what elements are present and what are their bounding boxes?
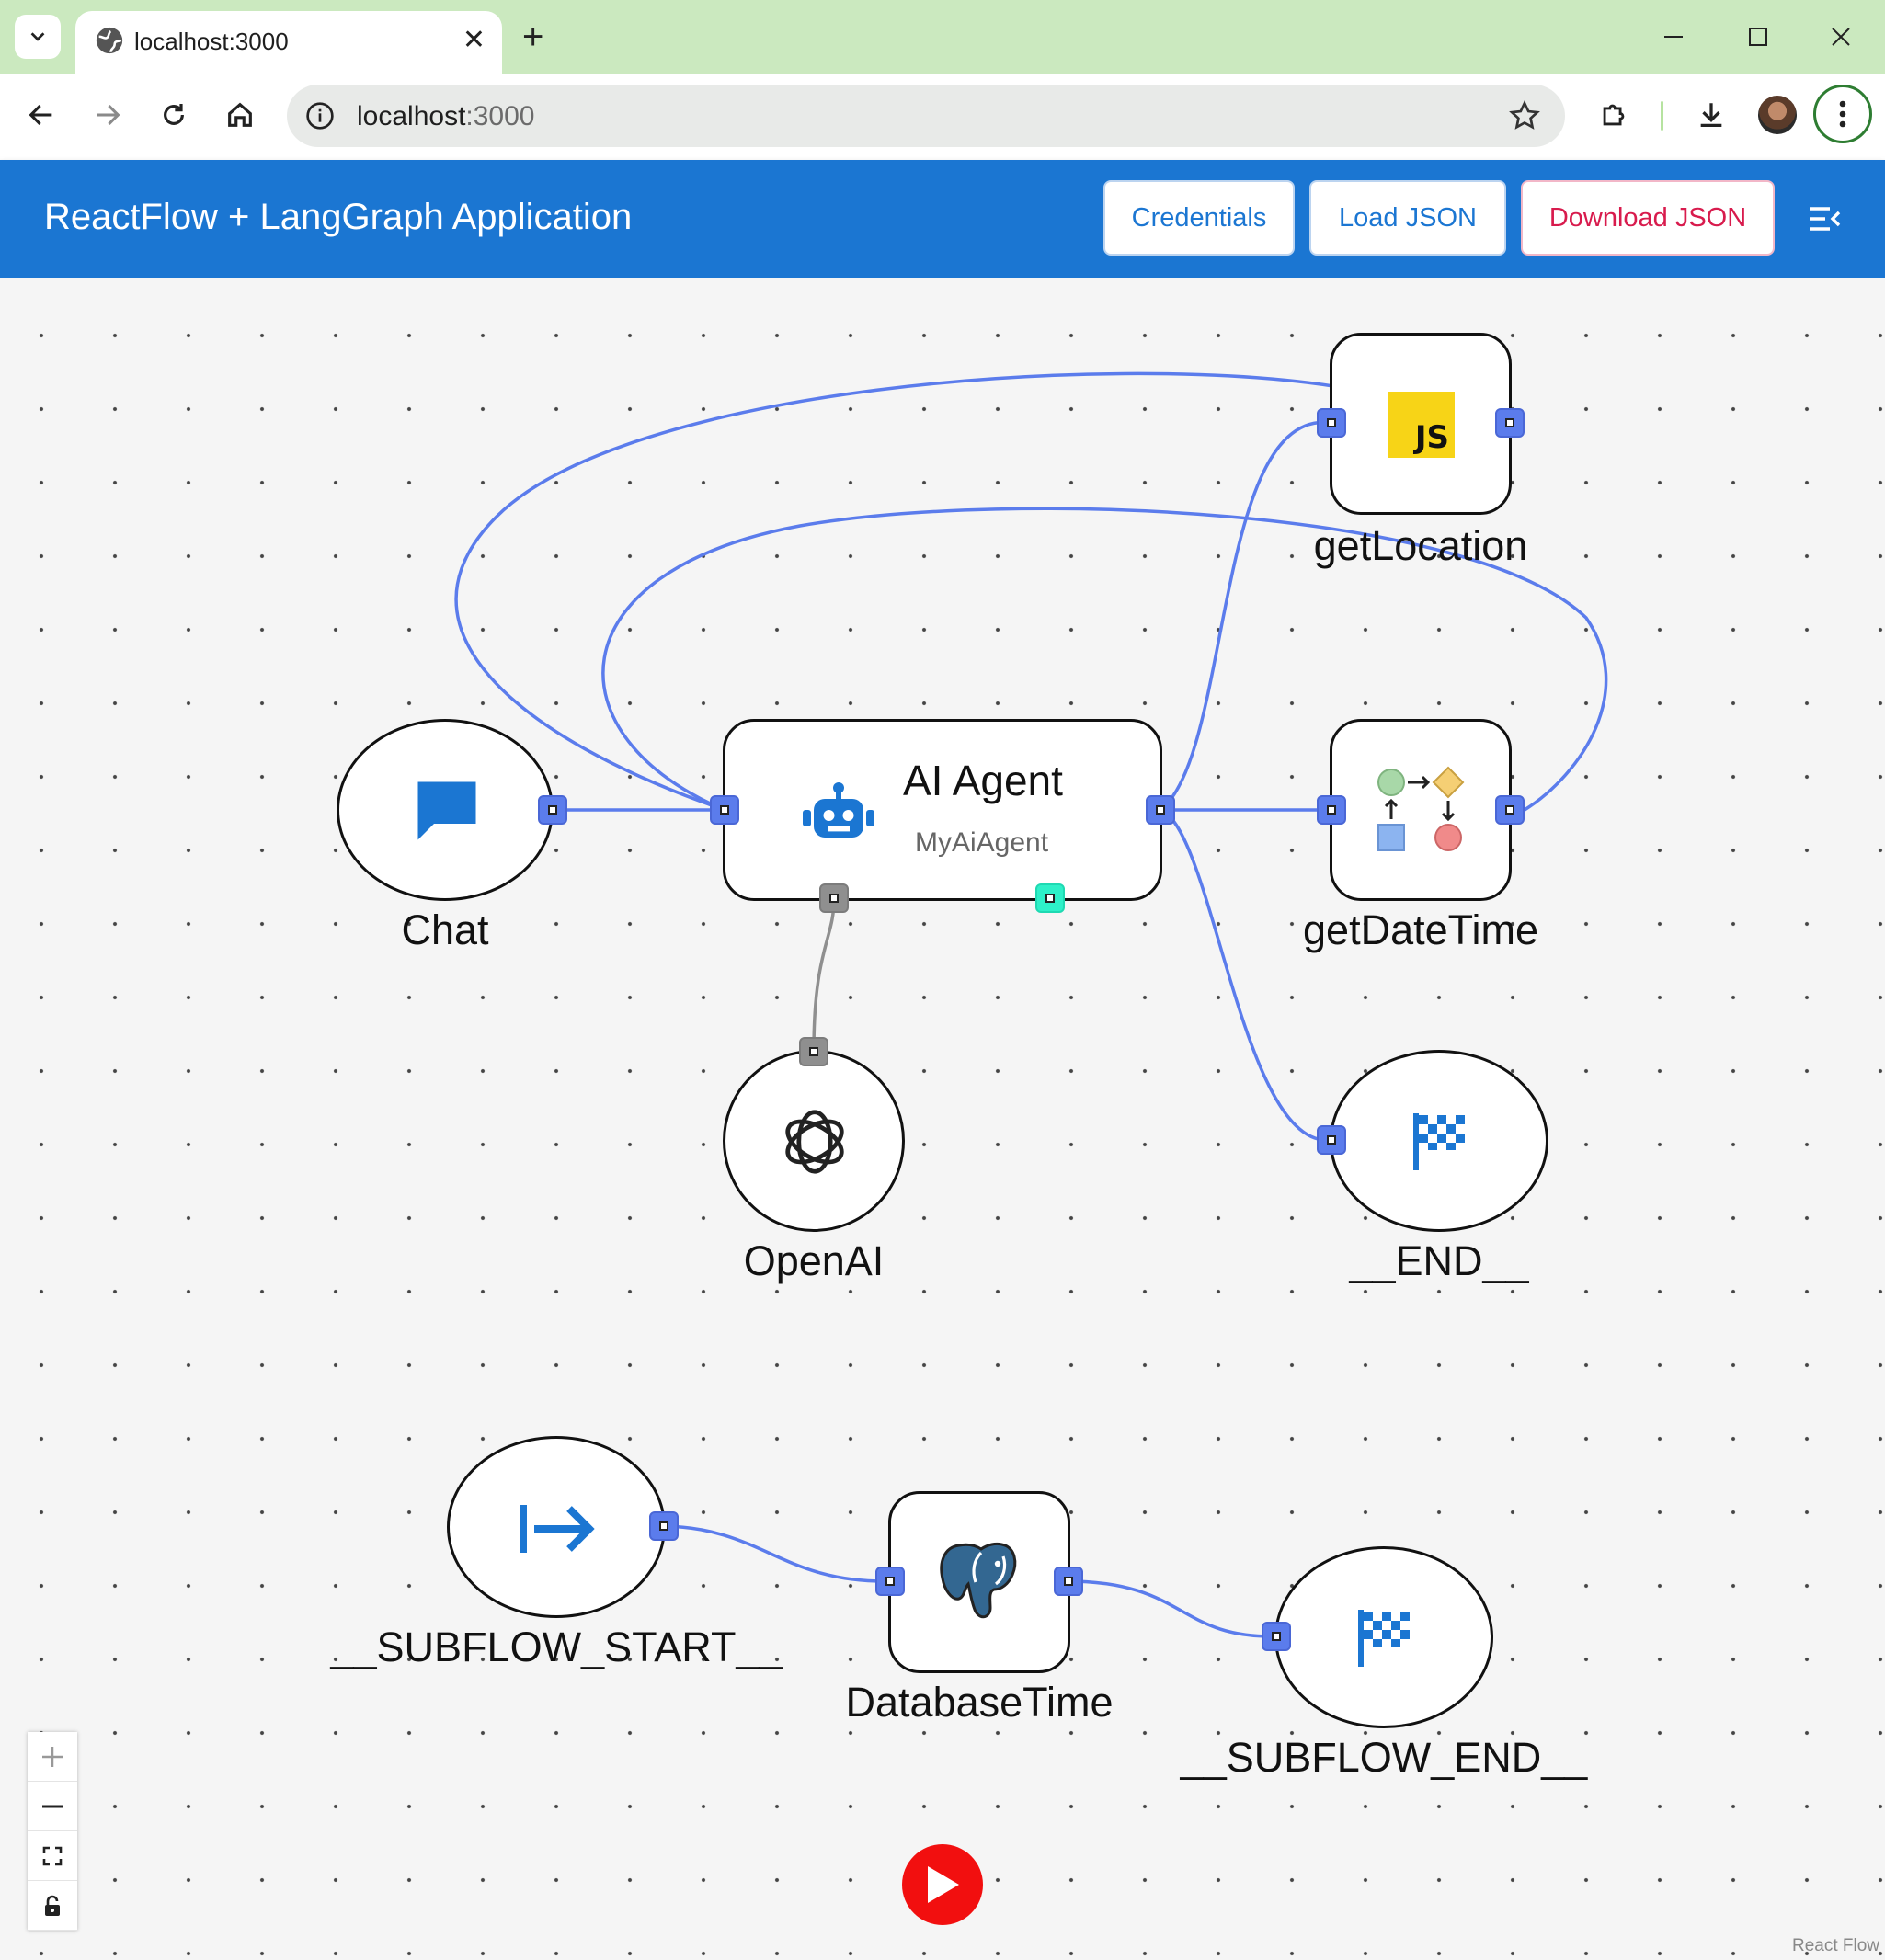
browser-tab[interactable]: localhost:3000 ✕ — [75, 11, 502, 74]
arrow-right-to-bar-icon — [520, 1505, 595, 1553]
node-subflow-end-label: __SUBFLOW_END__ — [1180, 1734, 1588, 1781]
chevron-down-icon — [30, 32, 45, 41]
more-vert-icon — [1839, 100, 1846, 128]
handle-agent-out[interactable] — [1146, 795, 1175, 825]
node-ai-agent[interactable] — [723, 719, 1162, 901]
flow-controls — [28, 1732, 77, 1931]
node-subflow-end[interactable] — [1274, 1546, 1493, 1728]
profile-avatar[interactable] — [1758, 96, 1797, 134]
credentials-button[interactable]: Credentials — [1103, 180, 1295, 256]
javascript-icon: JS — [1388, 392, 1455, 458]
node-subflow-start[interactable] — [447, 1436, 666, 1618]
handle-dbtime-in[interactable] — [875, 1567, 905, 1596]
handle-openai-out[interactable] — [799, 1037, 828, 1066]
edge-agent-end — [1160, 808, 1332, 1142]
robot-icon — [803, 782, 874, 838]
address-bar[interactable]: localhost:3000 — [287, 85, 1565, 147]
fit-view-icon[interactable] — [28, 1831, 77, 1881]
node-get-location-label: getLocation — [1313, 522, 1528, 569]
flow-canvas[interactable]: Chat AI Agent MyAiAgent JS getLocation g… — [0, 278, 1885, 1960]
menu-open-icon[interactable] — [1806, 200, 1843, 237]
edge-agent-getlocation — [1159, 420, 1332, 812]
handle-subflow-end-in[interactable] — [1262, 1622, 1291, 1651]
agent-title: AI Agent — [903, 757, 1063, 804]
play-icon — [928, 1866, 959, 1903]
node-openai[interactable] — [723, 1050, 905, 1232]
agent-subtitle: MyAiAgent — [915, 827, 1049, 858]
handle-dbtime-out[interactable] — [1054, 1567, 1083, 1596]
app-header: ReactFlow + LangGraph Application Creden… — [0, 160, 1885, 278]
handle-getlocation-out[interactable] — [1495, 408, 1525, 438]
node-get-date-time[interactable] — [1330, 719, 1512, 901]
node-openai-label: OpenAI — [743, 1237, 885, 1284]
edge-dbtime-subflowend — [1066, 1579, 1277, 1638]
new-tab-button[interactable]: + — [522, 18, 543, 55]
node-chat[interactable] — [337, 719, 554, 901]
minimize-icon[interactable] — [1653, 17, 1694, 57]
load-json-button[interactable]: Load JSON — [1309, 180, 1506, 256]
node-database-time[interactable] — [888, 1491, 1070, 1673]
edge-agent-openai — [812, 898, 836, 1053]
app-title: ReactFlow + LangGraph Application — [44, 197, 633, 237]
chat-bubble-icon — [417, 781, 476, 840]
node-get-location[interactable]: JS — [1330, 333, 1512, 515]
handle-chat-out[interactable] — [538, 795, 567, 825]
node-chat-label: Chat — [401, 906, 489, 953]
handle-getdatetime-out[interactable] — [1495, 795, 1525, 825]
tab-search-button[interactable] — [15, 15, 61, 59]
maximize-icon[interactable] — [1738, 17, 1778, 57]
zoom-out-icon[interactable] — [28, 1782, 77, 1831]
back-icon[interactable] — [18, 92, 64, 138]
tab-title: localhost:3000 — [134, 28, 289, 55]
node-end-label: __END__ — [1349, 1237, 1529, 1284]
handle-agent-in[interactable] — [710, 795, 739, 825]
node-get-date-time-label: getDateTime — [1303, 906, 1538, 953]
bookmark-star-icon[interactable] — [1508, 99, 1541, 132]
handle-getlocation-in[interactable] — [1317, 408, 1346, 438]
zoom-in-icon[interactable] — [28, 1732, 77, 1782]
handle-end-in[interactable] — [1317, 1125, 1346, 1155]
checkered-flag-icon — [1413, 1113, 1465, 1170]
reload-icon[interactable] — [151, 92, 197, 138]
node-subflow-start-label: __SUBFLOW_START__ — [330, 1624, 783, 1670]
close-window-icon[interactable] — [1821, 17, 1861, 57]
checkered-flag-icon — [1358, 1610, 1410, 1667]
site-info-icon[interactable] — [305, 101, 335, 131]
download-icon[interactable] — [1688, 92, 1734, 138]
postgresql-icon — [940, 1542, 1017, 1619]
extensions-icon[interactable] — [1591, 92, 1637, 138]
node-database-time-label: DatabaseTime — [845, 1679, 1114, 1726]
url-text: localhost:3000 — [357, 101, 535, 131]
edge-start-dbtime — [663, 1524, 891, 1583]
home-icon[interactable] — [217, 92, 263, 138]
lock-icon[interactable] — [28, 1881, 77, 1931]
download-json-button[interactable]: Download JSON — [1521, 180, 1775, 256]
close-tab-icon[interactable]: ✕ — [463, 26, 486, 55]
browser-menu-button[interactable] — [1813, 85, 1872, 143]
handle-agent-model[interactable] — [819, 883, 849, 913]
handle-agent-memory[interactable] — [1035, 883, 1065, 913]
toolbar-separator — [1661, 101, 1663, 131]
handle-subflow-start-out[interactable] — [649, 1511, 679, 1541]
node-end[interactable] — [1330, 1050, 1548, 1232]
forward-icon[interactable] — [85, 92, 131, 138]
handle-getdatetime-in[interactable] — [1317, 795, 1346, 825]
browser-tab-bar: localhost:3000 ✕ + — [0, 0, 1885, 74]
openai-icon — [785, 1110, 844, 1174]
globe-icon — [96, 27, 123, 54]
react-flow-attribution[interactable]: React Flow — [1792, 1936, 1879, 1956]
flowchart-icon — [1377, 766, 1465, 851]
run-button[interactable] — [902, 1844, 983, 1925]
